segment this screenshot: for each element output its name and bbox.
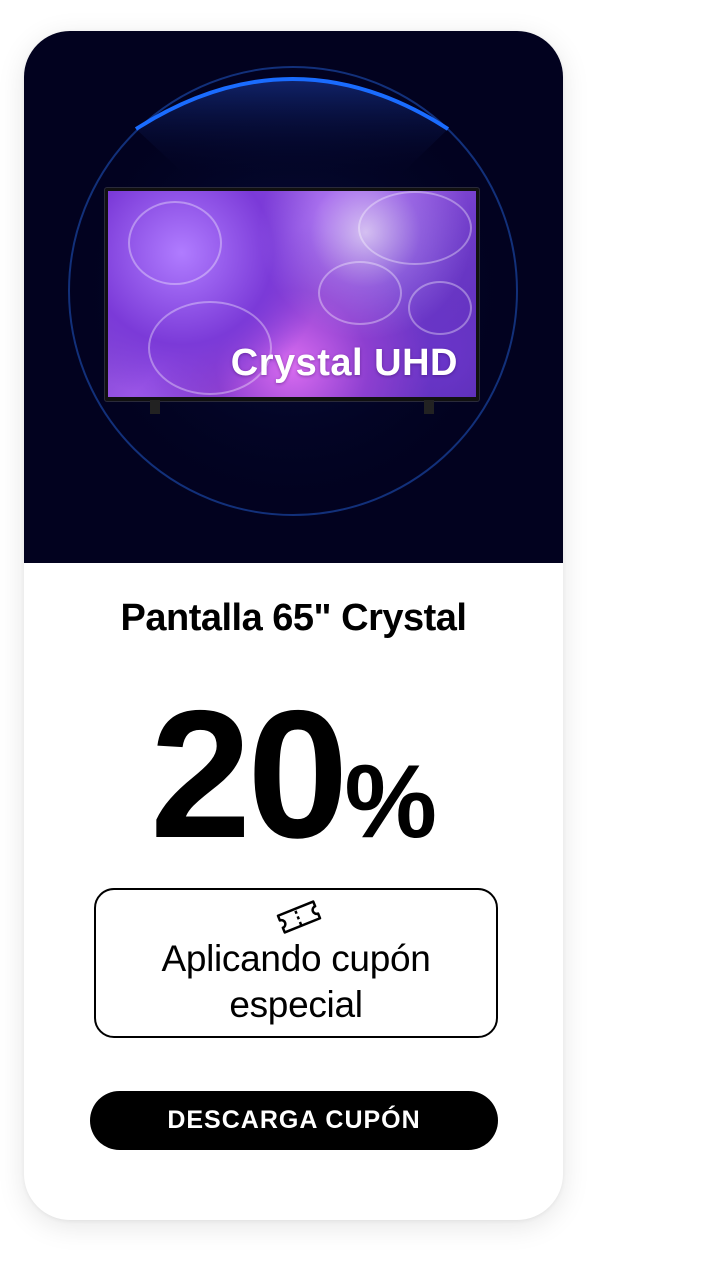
tv-screen: Crystal UHD [108, 191, 476, 397]
discount-value: 20 [150, 672, 348, 876]
ticket-icon [276, 900, 322, 934]
tv-overlay-text: Crystal UHD [230, 342, 458, 384]
coupon-text: Aplicando cupón especial [96, 936, 496, 1028]
coupon-text-line1: Aplicando cupón [161, 938, 431, 979]
product-title: Pantalla 65" Crystal [120, 597, 467, 639]
tv-leg-right [424, 400, 434, 414]
discount-percentage: 20% [24, 683, 563, 865]
promo-card: Crystal UHD Pantalla 65" Crystal 20% Apl… [24, 31, 563, 1220]
download-coupon-button[interactable]: DESCARGA CUPÓN [90, 1091, 498, 1150]
tv-image: Crystal UHD [105, 188, 479, 401]
discount-symbol: % [344, 744, 437, 860]
coupon-info-box: Aplicando cupón especial [94, 888, 498, 1038]
coupon-text-line2: especial [229, 984, 363, 1025]
hero-image: Crystal UHD [24, 31, 563, 563]
tv-leg-left [150, 400, 160, 414]
